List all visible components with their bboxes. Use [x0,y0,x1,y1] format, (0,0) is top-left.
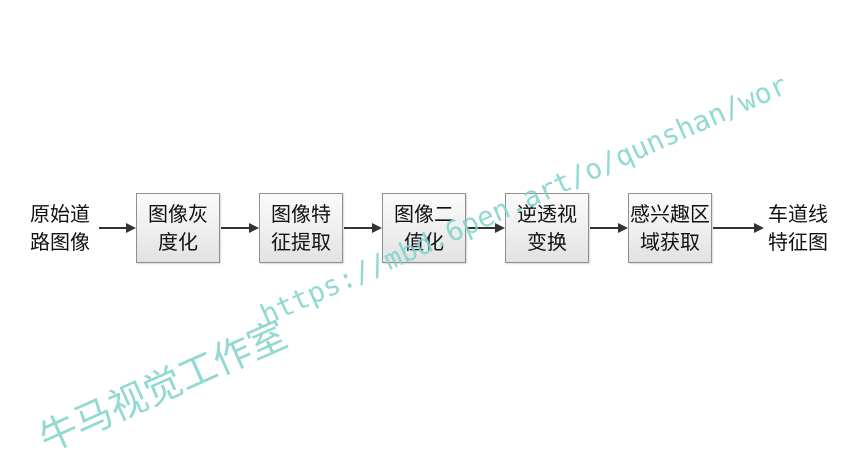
step-binarization-line1: 图像二 [394,202,454,226]
step-feature-extraction-line2: 征提取 [271,230,331,254]
step-feature-extraction-line1: 图像特 [271,202,331,226]
flowchart: 原始道 路图像 图像灰 度化 图像特 征提取 图像二 值化 逆透视 变换 感兴趣… [0,0,850,462]
start-label-line2: 路图像 [30,230,90,254]
step-roi-line1: 感兴趣区 [630,202,710,226]
step-binarization-box: 图像二 值化 [382,193,466,263]
step-inverse-perspective-line1: 逆透视 [517,202,577,226]
start-label-line1: 原始道 [30,202,90,226]
end-label-line1: 车道线 [768,202,828,226]
step-grayscale-box: 图像灰 度化 [136,193,220,263]
end-label-line2: 特征图 [768,230,828,254]
step-feature-extraction-box: 图像特 征提取 [259,193,343,263]
step-binarization-line2: 值化 [404,230,444,254]
step-inverse-perspective-line2: 变换 [527,230,567,254]
step-roi-box: 感兴趣区 域获取 [628,193,712,263]
start-label: 原始道 路图像 [30,200,90,256]
step-roi-line2: 域获取 [640,230,700,254]
step-grayscale-line2: 度化 [158,230,198,254]
end-label: 车道线 特征图 [768,200,828,256]
step-grayscale-line1: 图像灰 [148,202,208,226]
step-inverse-perspective-box: 逆透视 变换 [505,193,589,263]
